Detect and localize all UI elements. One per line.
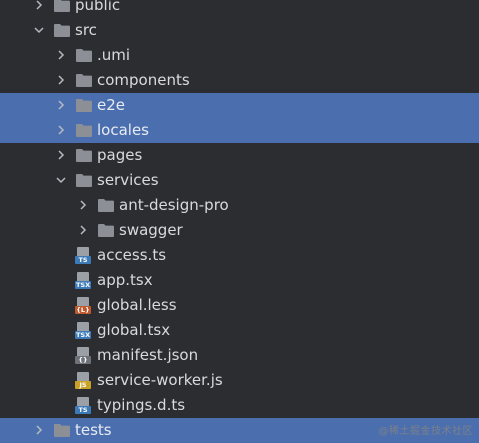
tree-folder-row[interactable]: public [0,0,479,18]
file-label: access.ts [97,246,167,264]
folder-icon [53,22,71,38]
file-type-icon: {L} [75,297,91,314]
file-type-icon: {} [75,347,91,364]
chevron-right-icon[interactable] [77,199,89,211]
project-file-tree: public src .umi components e2e locales pages se… [0,0,479,443]
tree-file-row[interactable]: TS access.ts [0,243,479,268]
file-type-icon: JS [75,372,91,389]
tree-file-row[interactable]: {} manifest.json [0,343,479,368]
tree-folder-row[interactable]: ant-design-pro [0,193,479,218]
file-label: service-worker.js [97,371,223,389]
file-label: manifest.json [97,346,199,364]
folder-label: public [75,0,121,14]
folder-label: .umi [97,46,131,64]
chevron-right-icon[interactable] [33,424,45,436]
folder-label: components [97,71,190,89]
tree-file-row[interactable]: JS service-worker.js [0,368,479,393]
file-label: global.tsx [97,321,171,339]
tree-folder-row[interactable]: swagger [0,218,479,243]
chevron-down-icon[interactable] [55,174,67,186]
folder-icon [75,172,93,188]
folder-icon [75,47,93,63]
file-badge: JS [75,381,91,389]
file-type-icon: TS [75,397,91,414]
chevron-right-icon[interactable] [55,49,67,61]
folder-icon [53,0,71,13]
folder-label: ant-design-pro [119,196,229,214]
chevron-right-icon[interactable] [55,124,67,136]
tree-folder-row[interactable]: e2e [0,93,479,118]
chevron-right-icon[interactable] [55,99,67,111]
folder-label: swagger [119,221,183,239]
folder-icon [53,422,71,438]
file-label: global.less [97,296,177,314]
file-badge: TSX [75,281,92,289]
tree-folder-row[interactable]: .umi [0,43,479,68]
file-label: typings.d.ts [97,396,186,414]
folder-label: src [75,21,97,39]
file-badge: TS [75,406,91,414]
folder-icon [75,72,93,88]
tree-folder-row[interactable]: services [0,168,479,193]
tree-folder-row[interactable]: src [0,18,479,43]
folder-icon [97,222,115,238]
chevron-right-icon[interactable] [77,224,89,236]
tree-file-row[interactable]: TS typings.d.ts [0,393,479,418]
file-badge: TSX [75,331,92,339]
watermark: @稀土掘金技术社区 [378,426,473,437]
folder-icon [75,122,93,138]
chevron-down-icon[interactable] [33,24,45,36]
folder-label: locales [97,121,149,139]
tree-file-row[interactable]: TSX app.tsx [0,268,479,293]
chevron-right-icon[interactable] [55,74,67,86]
chevron-right-icon[interactable] [55,149,67,161]
folder-icon [75,147,93,163]
file-type-icon: TSX [75,322,92,339]
folder-label: tests [75,421,112,439]
tree-file-row[interactable]: {L} global.less [0,293,479,318]
tree-folder-row[interactable]: pages [0,143,479,168]
tree-folder-row[interactable]: components [0,68,479,93]
file-badge: {} [75,356,91,364]
tree-folder-row[interactable]: locales [0,118,479,143]
folder-label: e2e [97,96,126,114]
folder-icon [75,97,93,113]
folder-icon [97,197,115,213]
file-label: app.tsx [97,271,153,289]
file-type-icon: TSX [75,272,92,289]
file-type-icon: TS [75,247,91,264]
folder-label: pages [97,146,143,164]
file-badge: {L} [75,306,91,314]
file-badge: TS [75,256,91,264]
folder-label: services [97,171,159,189]
chevron-right-icon[interactable] [33,0,45,11]
tree-file-row[interactable]: TSX global.tsx [0,318,479,343]
